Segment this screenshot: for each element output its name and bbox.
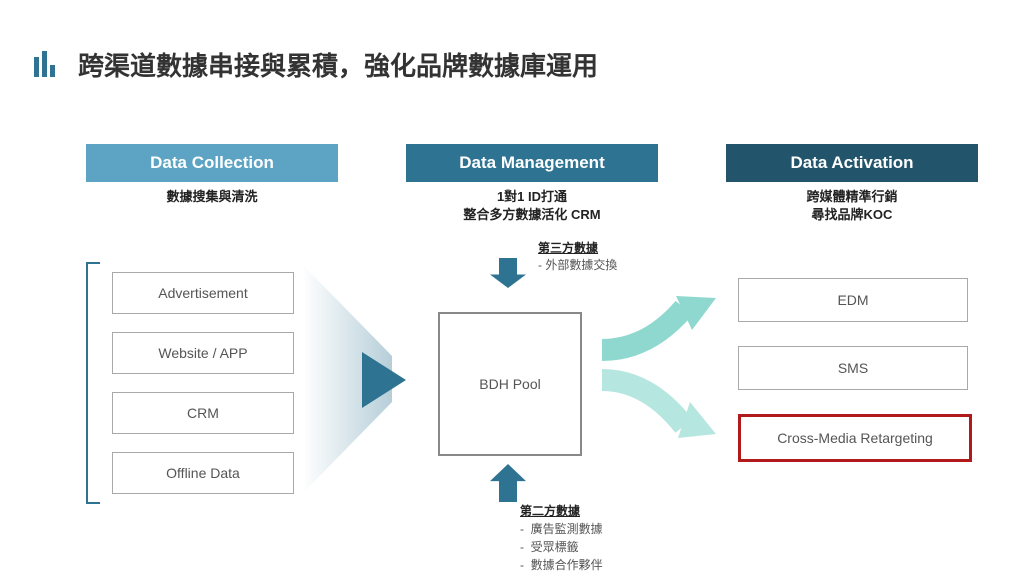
second-party-heading: 第二方數據 <box>520 502 603 520</box>
third-party-line: - 外部數據交換 <box>538 257 617 274</box>
col-sub-management: 1對1 ID打通整合多方數據活化 CRM <box>406 188 658 224</box>
right-box-sms: SMS <box>738 346 968 390</box>
second-party-line: - 數據合作夥伴 <box>520 556 603 574</box>
diverge-arrow-down-icon <box>598 372 718 442</box>
arrow-up-icon <box>490 464 526 502</box>
diverge-arrow-up-icon <box>598 294 718 354</box>
arrow-down-icon <box>490 258 526 288</box>
title-row: 跨渠道數據串接與累積，強化品牌數據庫運用 <box>32 46 598 83</box>
bdh-pool-box: BDH Pool <box>438 312 582 456</box>
right-box-edm: EDM <box>738 278 968 322</box>
slide: 跨渠道數據串接與累積，強化品牌數據庫運用 Data Collection Dat… <box>0 0 1024 576</box>
left-bracket <box>86 262 100 504</box>
third-party-heading: 第三方數據 <box>538 240 617 257</box>
col-head-management: Data Management <box>406 144 658 182</box>
col-sub-activation: 跨媒體精準行銷尋找品牌KOC <box>726 188 978 224</box>
col-sub-collection: 數據搜集與清洗 <box>86 188 338 206</box>
third-party-note: 第三方數據 - 外部數據交換 <box>538 240 617 275</box>
left-box-offline: Offline Data <box>112 452 294 494</box>
left-box-website: Website / APP <box>112 332 294 374</box>
slide-title: 跨渠道數據串接與累積，強化品牌數據庫運用 <box>78 46 598 83</box>
col-head-collection: Data Collection <box>86 144 338 182</box>
second-party-line: - 廣告監測數據 <box>520 520 603 538</box>
left-box-crm: CRM <box>112 392 294 434</box>
bars-icon <box>32 51 60 79</box>
arrow-right-icon <box>362 352 406 408</box>
right-box-crossmedia: Cross-Media Retargeting <box>738 414 972 462</box>
second-party-note: 第二方數據 - 廣告監測數據 - 受眾標籤 - 數據合作夥伴 <box>520 502 603 574</box>
left-box-advertisement: Advertisement <box>112 272 294 314</box>
second-party-line: - 受眾標籤 <box>520 538 603 556</box>
col-head-activation: Data Activation <box>726 144 978 182</box>
